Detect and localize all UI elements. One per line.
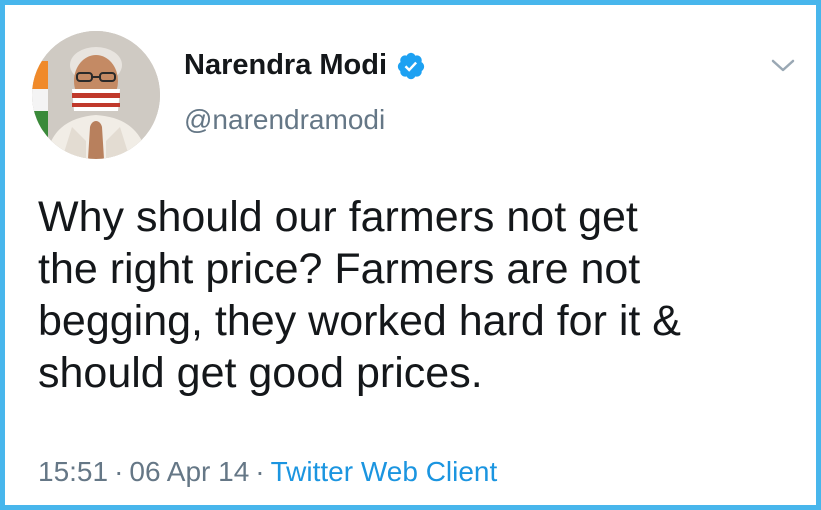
profile-photo-icon [32, 31, 160, 159]
display-name-text: Narendra Modi [184, 49, 388, 81]
chevron-down-icon[interactable] [769, 55, 797, 77]
avatar[interactable] [32, 31, 160, 159]
user-handle[interactable]: @narendramodi [184, 104, 385, 136]
tweet-text-line: should get good prices. [38, 349, 483, 397]
verified-badge-icon [396, 51, 426, 81]
tweet-text: Why should our farmers not get the right… [38, 191, 798, 399]
tweet-date[interactable]: 06 Apr 14 [129, 456, 249, 487]
tweet-time[interactable]: 15:51 [38, 456, 108, 487]
separator: · [114, 456, 124, 487]
tweet-card: Narendra Modi @narendramodi Why should o… [0, 0, 821, 510]
display-name[interactable]: Narendra Modi [184, 49, 426, 82]
tweet-text-line: Why should our farmers not get [38, 193, 638, 241]
tweet-text-line: the right price? Farmers are not [38, 245, 641, 293]
separator: · [255, 456, 265, 487]
tweet-metadata: 15:51 · 06 Apr 14 · Twitter Web Client [38, 456, 497, 488]
tweet-text-line: begging, they worked hard for it & [38, 297, 681, 345]
tweet-source-link[interactable]: Twitter Web Client [271, 456, 498, 487]
